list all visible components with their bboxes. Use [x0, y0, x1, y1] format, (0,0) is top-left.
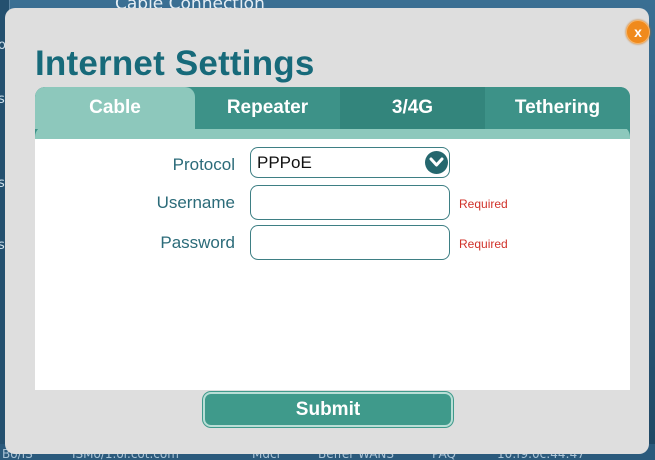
tab-3-4g[interactable]: 3/4G: [340, 87, 485, 129]
tab-bar: Cable Repeater 3/4G Tethering: [35, 87, 630, 139]
username-input[interactable]: [250, 185, 450, 220]
submit-button[interactable]: Submit: [203, 392, 453, 427]
tab-repeater[interactable]: Repeater: [195, 87, 340, 129]
protocol-row: Protocol PPPoE: [35, 147, 630, 182]
dialog-title: Internet Settings: [35, 44, 315, 83]
tab-cable[interactable]: Cable: [35, 87, 195, 129]
password-row: Password Required: [35, 225, 630, 260]
password-required-hint: Required: [459, 237, 508, 251]
settings-form: Protocol PPPoE Username Required Passwor…: [35, 139, 630, 390]
username-row: Username Required: [35, 185, 630, 220]
username-label: Username: [156, 193, 235, 212]
protocol-value: PPPoE: [257, 153, 312, 172]
password-label: Password: [160, 233, 235, 252]
close-icon: x: [634, 24, 642, 40]
close-button[interactable]: x: [626, 20, 650, 44]
username-required-hint: Required: [459, 197, 508, 211]
chevron-down-icon: [425, 151, 448, 174]
tab-tethering[interactable]: Tethering: [485, 87, 630, 129]
protocol-label: Protocol: [172, 155, 235, 174]
password-input[interactable]: [250, 225, 450, 260]
protocol-select[interactable]: PPPoE: [250, 147, 450, 178]
internet-settings-dialog: Internet Settings x Cable Repeater 3/4G …: [5, 8, 650, 454]
